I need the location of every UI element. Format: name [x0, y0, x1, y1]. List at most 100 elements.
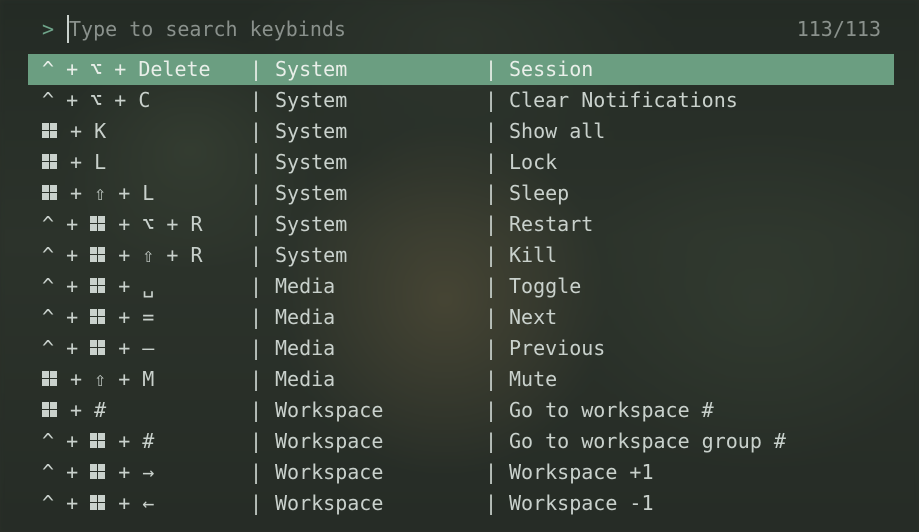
key-label: ⌥: [90, 88, 103, 112]
column-separator: |: [485, 212, 498, 236]
key-label: L: [142, 181, 155, 205]
windows-key-icon: [42, 371, 58, 387]
column-separator: |: [485, 150, 498, 174]
keybind-category: Workspace: [275, 491, 384, 515]
column-separator: |: [250, 181, 263, 205]
column-separator: |: [250, 57, 263, 81]
key-label: #: [142, 429, 155, 453]
windows-key-icon: [42, 154, 58, 170]
keybind-category: System: [275, 181, 348, 205]
keybind-keys: ^ + + =: [42, 302, 154, 333]
key-label: ⌥: [90, 57, 103, 81]
plus-separator: +: [106, 367, 143, 391]
key-label: R: [190, 212, 203, 236]
windows-key-icon: [90, 340, 106, 356]
keybind-row[interactable]: ^ + + = | Media | Next: [28, 302, 894, 333]
plus-separator: +: [106, 460, 143, 484]
plus-separator: +: [58, 181, 95, 205]
keybind-keys: + ⇧ + M: [42, 364, 154, 395]
keybind-action: Next: [509, 305, 558, 329]
keybind-keys: ^ + + —: [42, 333, 154, 364]
key-label: ⇧: [142, 243, 155, 267]
keybind-keys: ^ + + ␣: [42, 271, 154, 302]
key-label: →: [142, 460, 155, 484]
keybind-category: Media: [275, 274, 336, 298]
keybind-row[interactable]: ^ + ⌥ + C | System | Clear Notifications: [28, 85, 894, 116]
column-separator: |: [485, 460, 498, 484]
column-separator: |: [485, 181, 498, 205]
plus-separator: +: [106, 274, 143, 298]
column-separator: |: [250, 305, 263, 329]
plus-separator: +: [102, 57, 139, 81]
plus-separator: +: [58, 367, 95, 391]
plus-separator: +: [106, 491, 143, 515]
key-label: Delete: [138, 57, 211, 81]
key-label: ^: [42, 88, 55, 112]
windows-key-icon: [90, 216, 106, 232]
column-separator: |: [250, 460, 263, 484]
plus-separator: +: [54, 57, 91, 81]
keybind-row[interactable]: ^ + + — | Media | Previous: [28, 333, 894, 364]
plus-separator: +: [58, 150, 95, 174]
plus-separator: +: [54, 243, 91, 267]
column-separator: |: [250, 243, 263, 267]
windows-key-icon: [90, 309, 106, 325]
plus-separator: +: [54, 429, 91, 453]
keybind-row[interactable]: ^ + + # | Workspace | Go to workspace group …: [28, 426, 894, 457]
column-separator: |: [250, 398, 263, 422]
key-label: ←: [142, 491, 155, 515]
keybind-action: Workspace +1: [509, 460, 654, 484]
key-label: K: [94, 119, 107, 143]
key-label: ^: [42, 305, 55, 329]
key-label: ^: [42, 57, 55, 81]
column-separator: |: [485, 336, 498, 360]
keybind-launcher: > 113/113 ^ + ⌥ + Delete | System | Session ^…: [0, 0, 919, 532]
keybind-keys: + K: [42, 116, 106, 147]
plus-separator: +: [58, 398, 95, 422]
keybind-row[interactable]: ^ + + ⇧ + R | System | Kill: [28, 240, 894, 271]
key-label: ^: [42, 243, 55, 267]
keybind-row[interactable]: ^ + + ␣ | Media | Toggle: [28, 271, 894, 302]
prompt-icon: >: [42, 17, 55, 41]
keybind-row[interactable]: + L | System | Lock: [28, 147, 894, 178]
plus-separator: +: [54, 460, 91, 484]
keybind-row[interactable]: ^ + + ← | Workspace | Workspace -1: [28, 488, 894, 519]
windows-key-icon: [42, 402, 58, 418]
keybind-action: Clear Notifications: [509, 88, 738, 112]
windows-key-icon: [90, 247, 106, 263]
search-input[interactable]: [69, 14, 669, 44]
keybind-row[interactable]: ^ + + ⌥ + R | System | Restart: [28, 209, 894, 240]
keybind-category: Workspace: [275, 398, 384, 422]
column-separator: |: [250, 491, 263, 515]
keybind-keys: ^ + + ⌥ + R: [42, 209, 203, 240]
keybind-action: Restart: [509, 212, 594, 236]
column-separator: |: [485, 243, 498, 267]
key-label: ^: [42, 429, 55, 453]
keybind-action: Workspace -1: [509, 491, 654, 515]
column-separator: |: [485, 491, 498, 515]
search-bar: > 113/113: [0, 0, 919, 56]
keybind-action: Session: [509, 57, 594, 81]
windows-key-icon: [90, 278, 106, 294]
keybind-keys: ^ + + ←: [42, 488, 154, 519]
keybind-row[interactable]: + ⇧ + M | Media | Mute: [28, 364, 894, 395]
keybind-action: Lock: [509, 150, 558, 174]
keybind-row[interactable]: + K | System | Show all: [28, 116, 894, 147]
plus-separator: +: [102, 88, 139, 112]
column-separator: |: [250, 150, 263, 174]
keybind-category: System: [275, 88, 348, 112]
keybind-row-selected[interactable]: ^ + ⌥ + Delete | System | Session: [28, 54, 894, 85]
column-separator: |: [485, 305, 498, 329]
keybind-category: Workspace: [275, 429, 384, 453]
keybind-row[interactable]: + # | Workspace | Go to workspace #: [28, 395, 894, 426]
keybind-row[interactable]: + ⇧ + L | System | Sleep: [28, 178, 894, 209]
key-label: —: [142, 336, 155, 360]
key-label: =: [142, 305, 155, 329]
keybind-keys: ^ + + →: [42, 457, 154, 488]
column-separator: |: [250, 119, 263, 143]
key-label: ␣: [142, 274, 155, 298]
column-separator: |: [485, 398, 498, 422]
windows-key-icon: [90, 433, 106, 449]
keybind-row[interactable]: ^ + + → | Workspace | Workspace +1: [28, 457, 894, 488]
plus-separator: +: [54, 88, 91, 112]
